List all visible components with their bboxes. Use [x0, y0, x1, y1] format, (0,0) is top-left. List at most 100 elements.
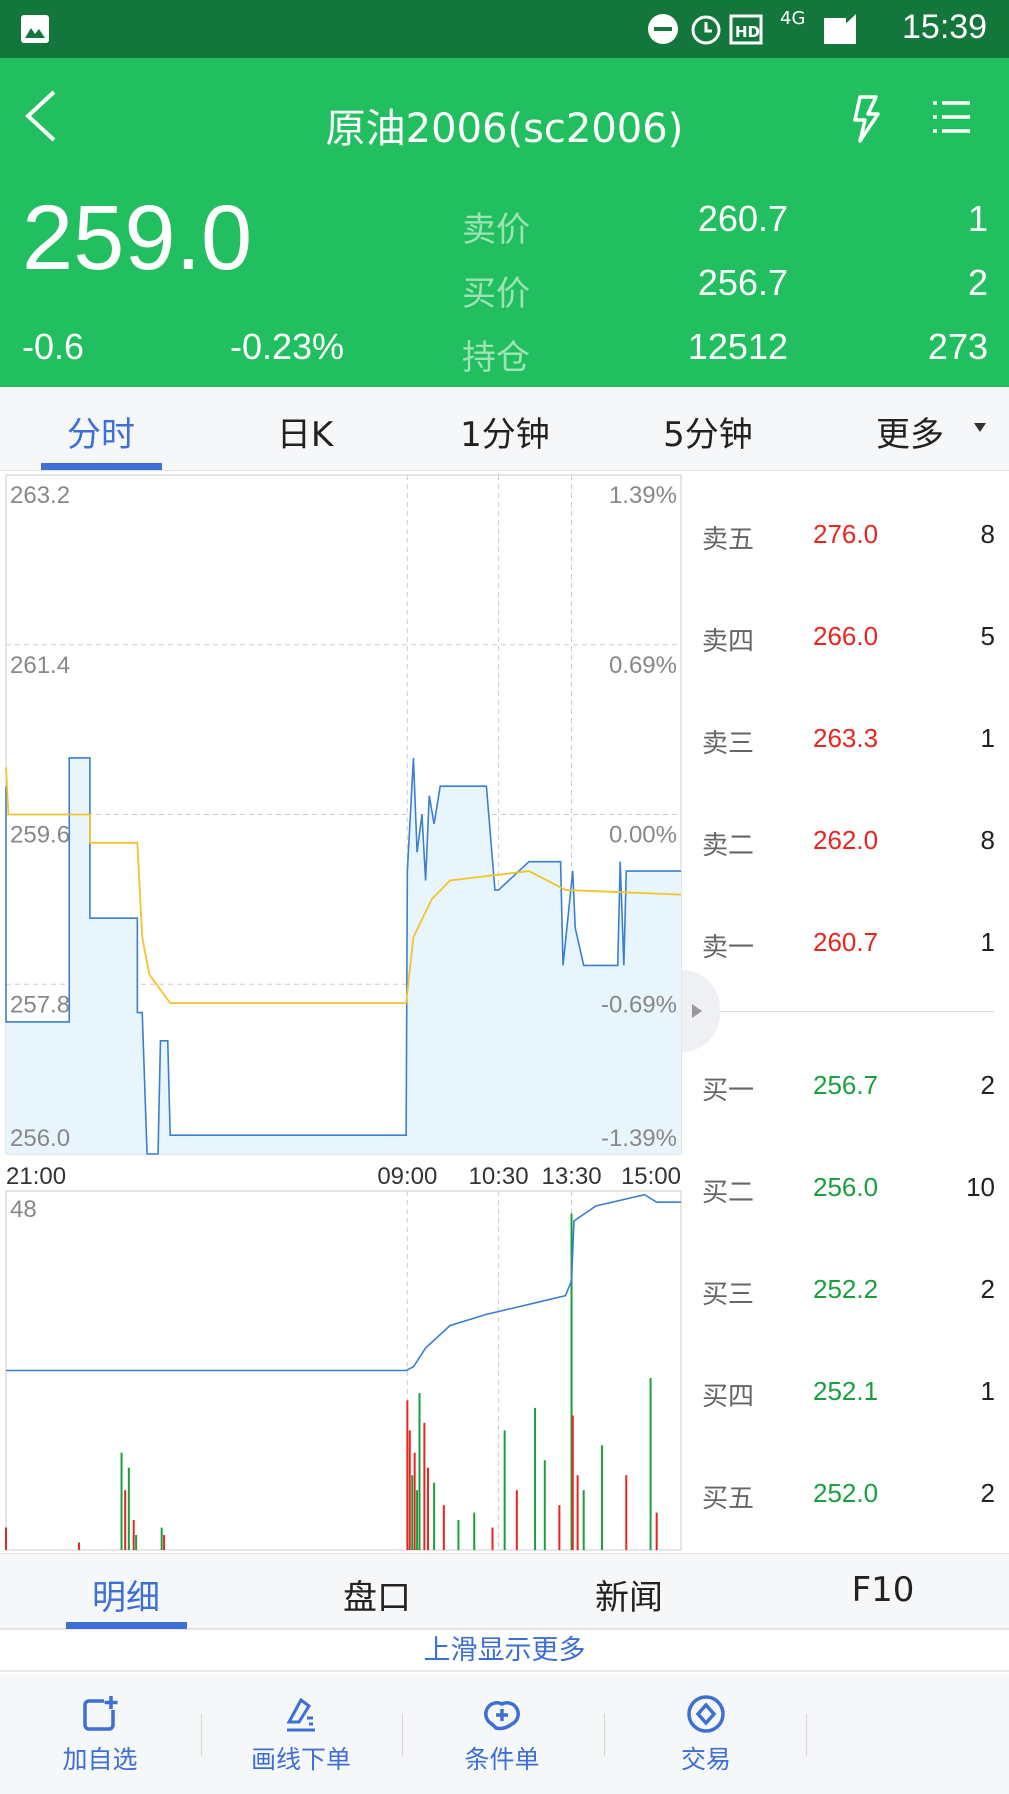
level-price: 252.0: [813, 1478, 879, 1508]
toolbar-label: 加自选: [62, 1745, 138, 1774]
pct-tick-label: -1.39%: [601, 1125, 677, 1152]
book-divider: [686, 1011, 994, 1012]
level-label: 买二: [702, 1177, 755, 1207]
order-book-row[interactable]: 买三 252.2 2: [686, 1274, 1009, 1314]
level-qty: 2: [980, 1070, 995, 1100]
level-price: 256.7: [813, 1070, 879, 1100]
y-tick-label: 259.6: [10, 822, 70, 849]
level-qty: 1: [980, 723, 995, 753]
level-label: 买四: [702, 1381, 755, 1411]
level-qty: 8: [980, 825, 995, 855]
order-book-row[interactable]: 卖二 262.0 8: [686, 825, 1009, 865]
condition-order-icon: [484, 1701, 520, 1731]
order-book-row[interactable]: 卖一 260.7 1: [686, 927, 1009, 967]
level-qty: 10: [966, 1172, 995, 1202]
quote-value: 260.7: [697, 198, 788, 239]
status-bar: HD 4G 15:39: [0, 0, 1009, 58]
level-qty: 5: [980, 621, 995, 651]
level-label: 买五: [702, 1483, 755, 1513]
last-price: 259.0: [22, 187, 253, 289]
toolbar-label: 交易: [680, 1745, 731, 1774]
quote-label: 持仓: [462, 338, 530, 378]
x-tick-label: 10:30: [469, 1163, 529, 1190]
quote-label: 卖价: [462, 210, 530, 250]
quote-value: 256.7: [697, 262, 788, 303]
level-qty: 1: [980, 1376, 995, 1406]
level-price: 266.0: [813, 621, 879, 651]
level-label: 卖五: [702, 524, 755, 554]
x-tick-label: 15:00: [621, 1163, 681, 1190]
trade-icon: [687, 1695, 725, 1733]
signal-icon: [824, 14, 856, 44]
chevron-right-icon: [692, 1004, 702, 1018]
intraday-price-chart[interactable]: 263.2 1.39% 261.4 0.69% 259.6 0.00% 257.8 -0.69…: [0, 471, 686, 1191]
quote-header: 原油2006(sc2006) 259.0 -0.6 -0.23% 卖价 260.7…: [0, 58, 1009, 387]
level-price: 263.3: [813, 723, 879, 753]
tab-3[interactable]: 5分钟: [663, 407, 753, 456]
toolbar-add-watchlist[interactable]: 加自选: [10, 1694, 190, 1776]
draw-order-icon: [286, 1697, 315, 1732]
order-book: 卖五 276.0 8 卖四 266.0 5 卖三 263.3 1 卖二 262.0 8 卖一 260.7 1…: [682, 475, 1009, 1550]
tab-2[interactable]: 1分钟: [460, 407, 550, 456]
level-label: 卖四: [702, 626, 755, 656]
add-watchlist-icon: [83, 1696, 118, 1731]
level-label: 买三: [702, 1279, 755, 1309]
price-change-pct: -0.23%: [230, 326, 345, 367]
tab-4[interactable]: 更多: [876, 407, 944, 456]
bottom-toolbar: 加自选 画线下单 条件单 交易: [0, 1674, 1009, 1794]
flash-icon[interactable]: [846, 94, 882, 144]
level-price: 262.0: [813, 825, 879, 855]
tab-1[interactable]: 日K: [277, 407, 333, 456]
order-book-row[interactable]: 买四 252.1 1: [686, 1376, 1009, 1416]
order-book-row[interactable]: 买五 252.0 2: [686, 1478, 1009, 1518]
volume-chart[interactable]: 48: [0, 1190, 686, 1552]
order-book-row[interactable]: 买二 256.0 10: [686, 1172, 1009, 1212]
detail-tabs: 明细 盘口 新闻 F10: [0, 1553, 1009, 1630]
collapse-handle[interactable]: [682, 970, 720, 1052]
level-price: 252.2: [813, 1274, 879, 1304]
status-icons: HD: [648, 14, 846, 45]
level-price: 276.0: [813, 519, 879, 549]
detail-tab-3[interactable]: F10: [852, 1570, 915, 1610]
toolbar-draw-order[interactable]: 画线下单: [211, 1694, 391, 1776]
toolbar-divider: [402, 1714, 403, 1756]
swipe-up-hint[interactable]: 上滑显示更多: [0, 1630, 1009, 1672]
price-change: -0.6: [22, 326, 85, 367]
period-tabs: 分时 日K 1分钟 5分钟 更多: [0, 387, 1009, 471]
toolbar-divider: [201, 1714, 202, 1756]
menu-icon[interactable]: [932, 98, 972, 138]
active-tab-indicator: [41, 463, 162, 470]
detail-tab-1[interactable]: 盘口: [343, 1570, 411, 1619]
toolbar-divider: [604, 1714, 605, 1756]
level-label: 买一: [702, 1075, 755, 1105]
level-qty: 1: [980, 927, 995, 957]
quote-value: 12512: [687, 326, 788, 367]
toolbar-trade[interactable]: 交易: [616, 1694, 796, 1776]
toolbar-condition-order[interactable]: 条件单: [412, 1694, 592, 1776]
pct-tick-label: 1.39%: [609, 482, 677, 509]
detail-tab-2[interactable]: 新闻: [595, 1570, 663, 1619]
order-book-row[interactable]: 卖五 276.0 8: [686, 519, 1009, 559]
y-tick-label: 263.2: [10, 482, 70, 509]
quote-qty: 2: [967, 262, 988, 303]
y-tick-label: 261.4: [10, 652, 70, 679]
level-label: 卖一: [702, 932, 755, 962]
quote-label: 买价: [462, 274, 530, 314]
x-tick-label: 09:00: [377, 1163, 437, 1190]
active-tab-indicator: [66, 1622, 187, 1629]
chevron-down-icon[interactable]: [974, 423, 986, 432]
order-book-row[interactable]: 卖四 266.0 5: [686, 621, 1009, 661]
level-label: 卖二: [702, 830, 755, 860]
level-qty: 2: [980, 1478, 995, 1508]
toolbar-label: 画线下单: [250, 1745, 351, 1774]
level-price: 260.7: [813, 927, 879, 957]
quote-qty: 273: [927, 326, 988, 367]
toolbar-label: 条件单: [464, 1745, 540, 1774]
x-tick-label: 21:00: [6, 1163, 66, 1190]
order-book-row[interactable]: 卖三 263.3 1: [686, 723, 1009, 763]
svg-text:HD: HD: [735, 23, 760, 41]
order-book-row[interactable]: 买一 256.7 2: [686, 1070, 1009, 1110]
detail-tab-0[interactable]: 明细: [92, 1570, 160, 1619]
tab-0[interactable]: 分时: [67, 407, 135, 456]
quote-qty: 1: [967, 198, 988, 239]
